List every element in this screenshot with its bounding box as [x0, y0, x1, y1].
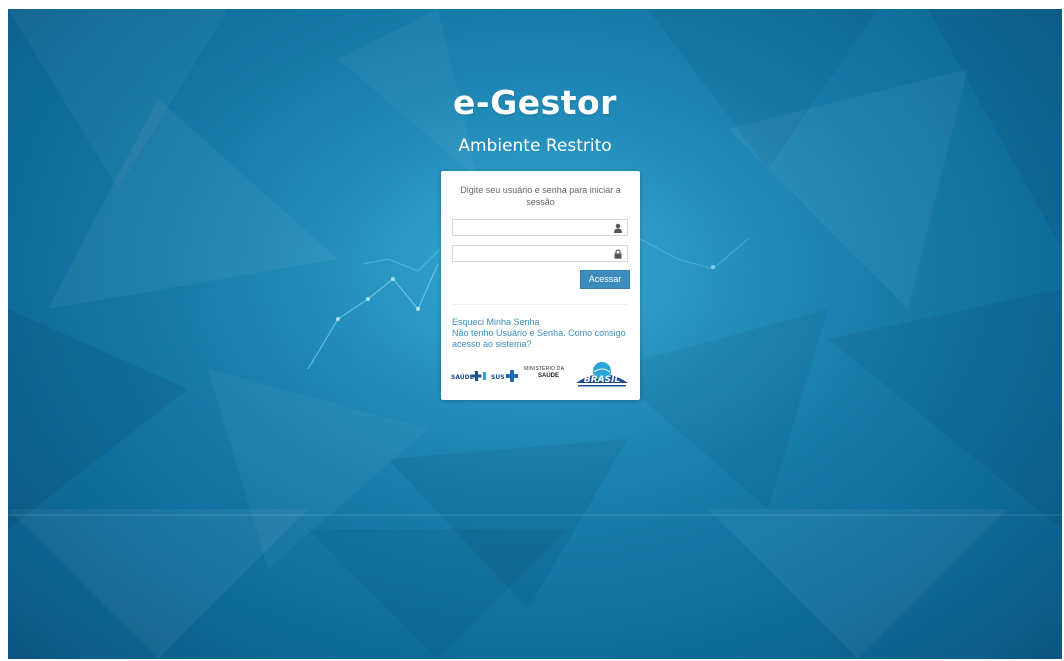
user-icon [614, 223, 622, 233]
brasil-logo-text: BRASIL [584, 375, 621, 385]
forgot-password-link[interactable]: Esqueci Minha Senha [452, 317, 540, 328]
username-field-wrapper [452, 219, 628, 236]
no-account-link[interactable]: Não tenho Usuário e Senha. Como consigo … [452, 328, 632, 350]
sus-logo: SUS [491, 370, 518, 382]
ministerio-logo: MINISTÉRIO DA SAÚDE [524, 366, 566, 386]
footer-logos: SAÚDE SUS MINISTÉRIO DA SAÚDE BRASIL [451, 359, 631, 389]
brasil-logo: BRASIL [576, 362, 628, 387]
login-message: Digite seu usuário e senha para iniciar … [460, 185, 621, 207]
app-subtitle: Ambiente Restrito [458, 136, 612, 156]
acessar-button[interactable]: Acessar [580, 270, 630, 289]
saude-logo-text: SAÚDE [451, 374, 474, 381]
ministerio-logo-line2: SAÚDE [538, 373, 560, 379]
saude-logo: SAÚDE [451, 371, 486, 381]
sus-logo-text: SUS [491, 374, 505, 381]
browser-frame: e-Gestor Ambiente Restrito Digite seu us… [0, 0, 1064, 661]
username-input[interactable] [453, 220, 619, 235]
login-box: Digite seu usuário e senha para iniciar … [441, 171, 640, 400]
ministerio-logo-line1: MINISTÉRIO DA [524, 366, 565, 372]
divider [452, 304, 628, 305]
password-input[interactable] [453, 246, 619, 261]
lock-icon [614, 249, 622, 259]
login-page: e-Gestor Ambiente Restrito Digite seu us… [8, 9, 1062, 659]
password-field-wrapper [452, 245, 628, 262]
app-title: e-Gestor [453, 83, 617, 122]
